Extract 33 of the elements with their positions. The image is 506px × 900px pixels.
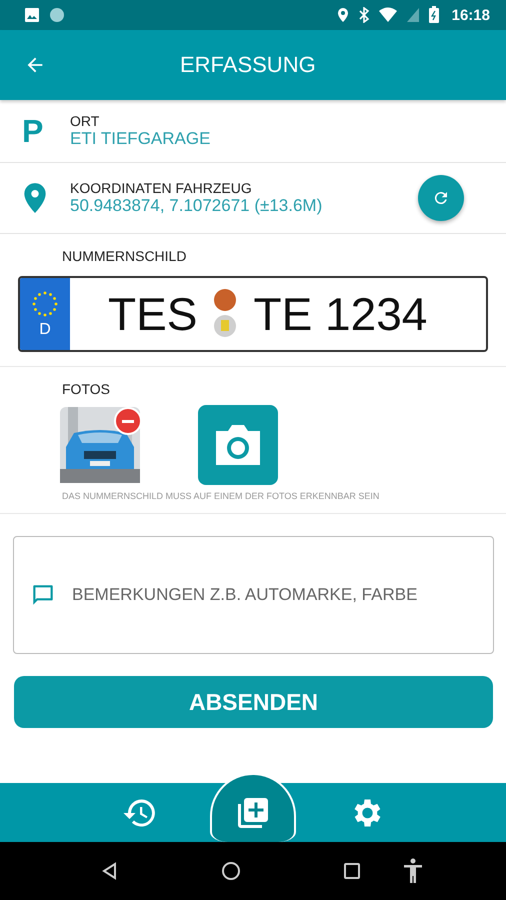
refresh-button[interactable] <box>418 175 464 221</box>
plate-city: TES <box>108 287 198 341</box>
home-icon <box>220 860 242 882</box>
coordinates-value: 50.9483874, 7.1072671 (±13.6M) <box>70 196 324 216</box>
recents-icon <box>342 861 362 881</box>
signal-icon <box>406 7 420 23</box>
accessibility-button[interactable] <box>402 858 424 884</box>
battery-icon <box>428 6 440 24</box>
eu-stars-icon <box>30 289 60 319</box>
photos-label: FOTOS <box>62 381 111 397</box>
bluetooth-icon <box>358 7 370 23</box>
wifi-icon <box>378 7 398 23</box>
parking-icon: P <box>22 112 48 150</box>
plate-label: NUMMERNSCHILD <box>62 248 188 264</box>
country-code: D <box>39 321 51 339</box>
image-icon <box>24 7 40 23</box>
home-button[interactable] <box>220 860 242 882</box>
nav-button[interactable] <box>210 773 296 842</box>
circle-icon <box>48 6 66 24</box>
clock: 16:18 <box>452 6 490 24</box>
location-icon <box>336 7 350 23</box>
plate-number: TE 1234 <box>253 287 428 341</box>
screen-title: ERFASSUNG <box>180 52 316 78</box>
accessibility-icon <box>402 858 424 884</box>
coordinates-label: KOORDINATEN FAHRZEUG <box>70 180 253 196</box>
submit-button[interactable]: ABSENDEN <box>14 676 493 728</box>
location-value: ETI TIEFGARAGE <box>70 129 212 149</box>
refresh-icon <box>432 189 450 207</box>
photo-hint: DAS NUMMERNSCHILD MUSS AUF EINEM DER FOTOS ERKENNBAR SEIN <box>62 491 380 501</box>
recents-button[interactable] <box>342 861 362 881</box>
camera-button[interactable] <box>198 405 278 485</box>
location-pin-icon <box>22 182 48 214</box>
location-label: ORT <box>70 113 100 129</box>
